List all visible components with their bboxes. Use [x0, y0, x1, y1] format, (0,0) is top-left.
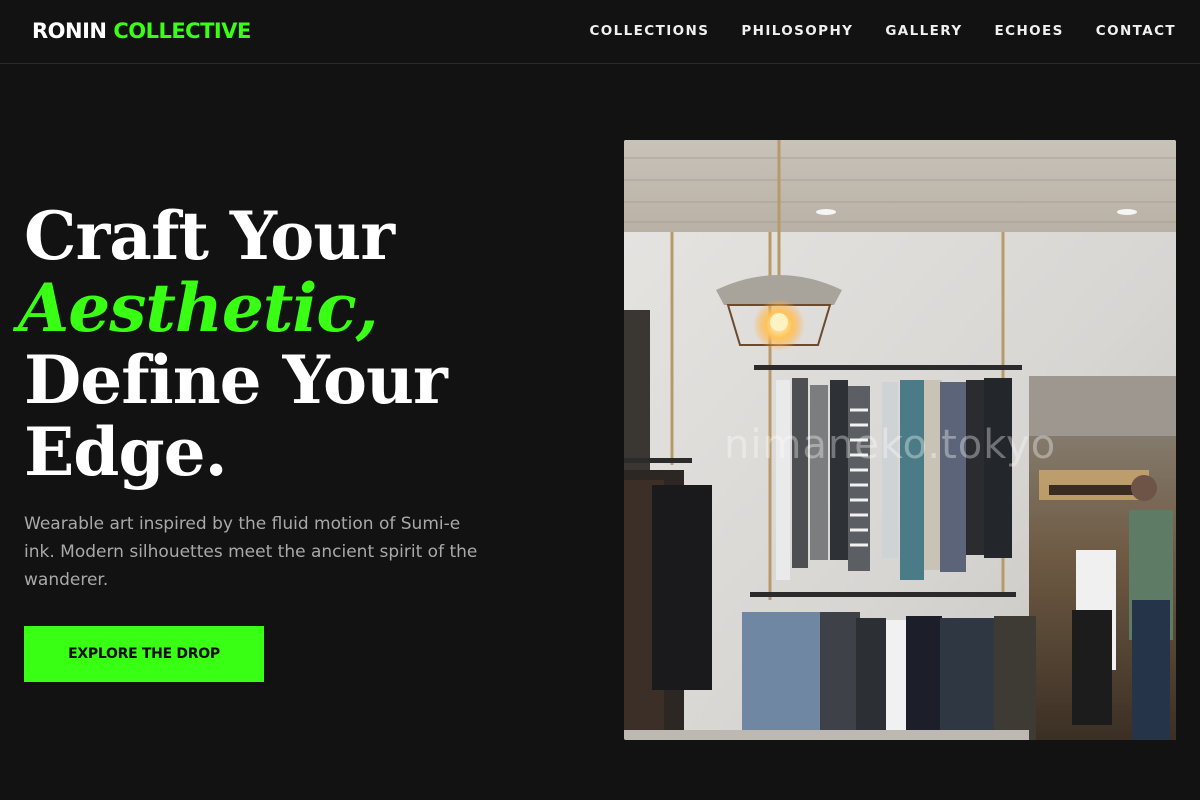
nav-link-echoes[interactable]: ECHOES	[995, 22, 1064, 40]
nav-link-philosophy[interactable]: PHILOSOPHY	[741, 22, 853, 40]
store-interior-photo	[624, 140, 1176, 740]
top-navigation: RONIN COLLECTIVE COLLECTIONS PHILOSOPHY …	[0, 0, 1200, 64]
hero-headline: Craft Your Aesthetic, Define Your Edge.	[18, 197, 448, 491]
nav-links: COLLECTIONS PHILOSOPHY GALLERY ECHOES CO…	[589, 22, 1176, 40]
headline-line-1: Craft Your	[24, 197, 395, 275]
headline-line-4: Edge.	[24, 413, 228, 491]
hero-image: nimaneko.tokyo	[624, 140, 1176, 740]
brand-name-accent: COLLECTIVE	[113, 19, 251, 43]
headline-line-3: Define Your	[24, 341, 448, 419]
hero-subtext: Wearable art inspired by the fluid motio…	[24, 514, 478, 590]
brand-name-primary: RONIN	[32, 19, 107, 43]
nav-link-collections[interactable]: COLLECTIONS	[589, 22, 709, 40]
explore-drop-button[interactable]: EXPLORE THE DROP	[24, 626, 264, 682]
nav-link-gallery[interactable]: GALLERY	[885, 22, 962, 40]
nav-link-contact[interactable]: CONTACT	[1096, 22, 1176, 40]
brand-logo[interactable]: RONIN COLLECTIVE	[32, 17, 251, 45]
headline-accent: Aesthetic,	[18, 269, 379, 347]
